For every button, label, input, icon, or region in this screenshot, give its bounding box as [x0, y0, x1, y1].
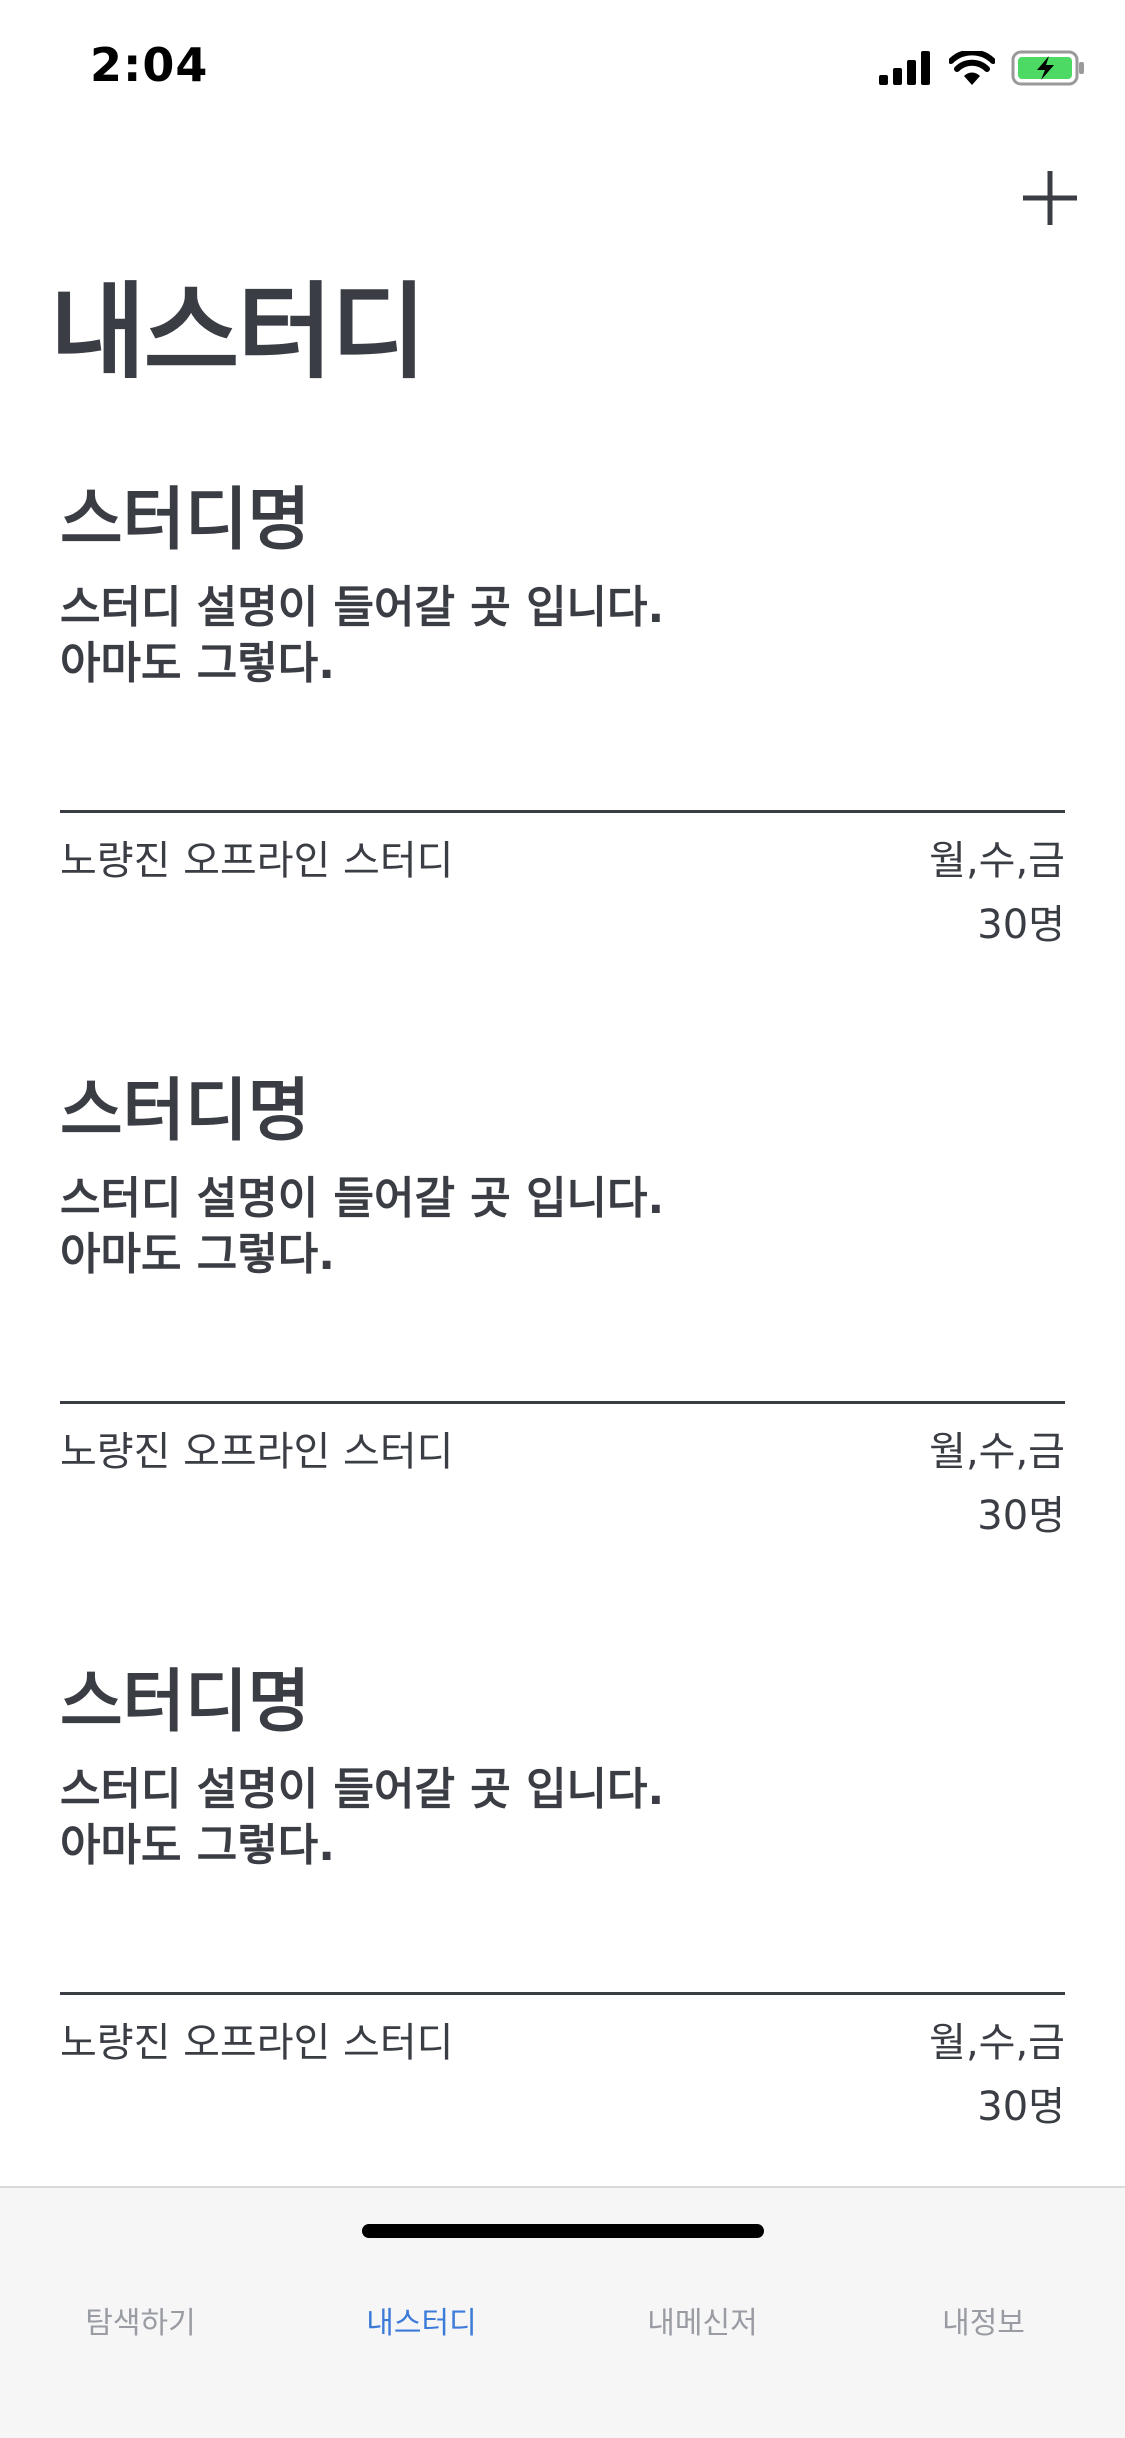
status-icons: [879, 48, 1085, 88]
wifi-icon: [949, 51, 995, 85]
study-card[interactable]: 스터디명 스터디 설명이 들어갈 곳 입니다. 아마도 그렇다. 노량진 오프라…: [60, 1662, 1065, 2162]
study-member-count: 30명: [977, 902, 1065, 948]
study-name: 스터디명: [60, 1072, 311, 1151]
page-title: 내스터디: [50, 271, 427, 393]
study-location: 노량진 오프라인 스터디: [60, 2020, 454, 2066]
divider: [60, 1401, 1065, 1404]
study-name: 스터디명: [60, 1663, 311, 1742]
study-member-count: 30명: [977, 2084, 1065, 2130]
tab-my-study[interactable]: 내스터디: [281, 2298, 562, 2342]
status-time: 2:04: [90, 38, 209, 92]
study-card[interactable]: 스터디명 스터디 설명이 들어갈 곳 입니다. 아마도 그렇다. 노량진 오프라…: [60, 480, 1065, 980]
add-study-button[interactable]: [1020, 168, 1080, 228]
study-description-line: 아마도 그렇다.: [60, 1820, 335, 1871]
study-days: 월,수,금: [929, 1429, 1065, 1475]
study-description: 스터디 설명이 들어갈 곳 입니다. 아마도 그렇다.: [60, 580, 664, 692]
study-description-line: 아마도 그렇다.: [60, 638, 335, 689]
study-description-line: 스터디 설명이 들어갈 곳 입니다.: [60, 1764, 665, 1815]
tab-my-messenger[interactable]: 내메신저: [562, 2298, 843, 2342]
tab-bar: 탐색하기 내스터디 내메신저 내정보: [0, 2186, 1125, 2438]
study-description-line: 아마도 그렇다.: [60, 1229, 335, 1280]
plus-icon: [1023, 171, 1077, 225]
status-bar: 2:04: [0, 0, 1125, 132]
cellular-signal-icon: [879, 51, 930, 85]
study-member-count: 30명: [977, 1493, 1065, 1539]
study-name: 스터디명: [60, 481, 311, 560]
study-description: 스터디 설명이 들어갈 곳 입니다. 아마도 그렇다.: [60, 1762, 664, 1874]
study-description-line: 스터디 설명이 들어갈 곳 입니다.: [60, 582, 665, 633]
study-description: 스터디 설명이 들어갈 곳 입니다. 아마도 그렇다.: [60, 1171, 664, 1283]
study-days: 월,수,금: [929, 2020, 1065, 2066]
divider: [60, 1992, 1065, 1995]
battery-charging-icon: [1011, 50, 1084, 86]
tab-my-info[interactable]: 내정보: [843, 2298, 1124, 2342]
study-days: 월,수,금: [929, 838, 1065, 884]
study-location: 노량진 오프라인 스터디: [60, 838, 454, 884]
study-description-line: 스터디 설명이 들어갈 곳 입니다.: [60, 1173, 665, 1224]
tab-explore[interactable]: 탐색하기: [0, 2298, 281, 2342]
study-location: 노량진 오프라인 스터디: [60, 1429, 454, 1475]
divider: [60, 810, 1065, 813]
study-card[interactable]: 스터디명 스터디 설명이 들어갈 곳 입니다. 아마도 그렇다. 노량진 오프라…: [60, 1071, 1065, 1571]
home-indicator[interactable]: [362, 2224, 764, 2238]
